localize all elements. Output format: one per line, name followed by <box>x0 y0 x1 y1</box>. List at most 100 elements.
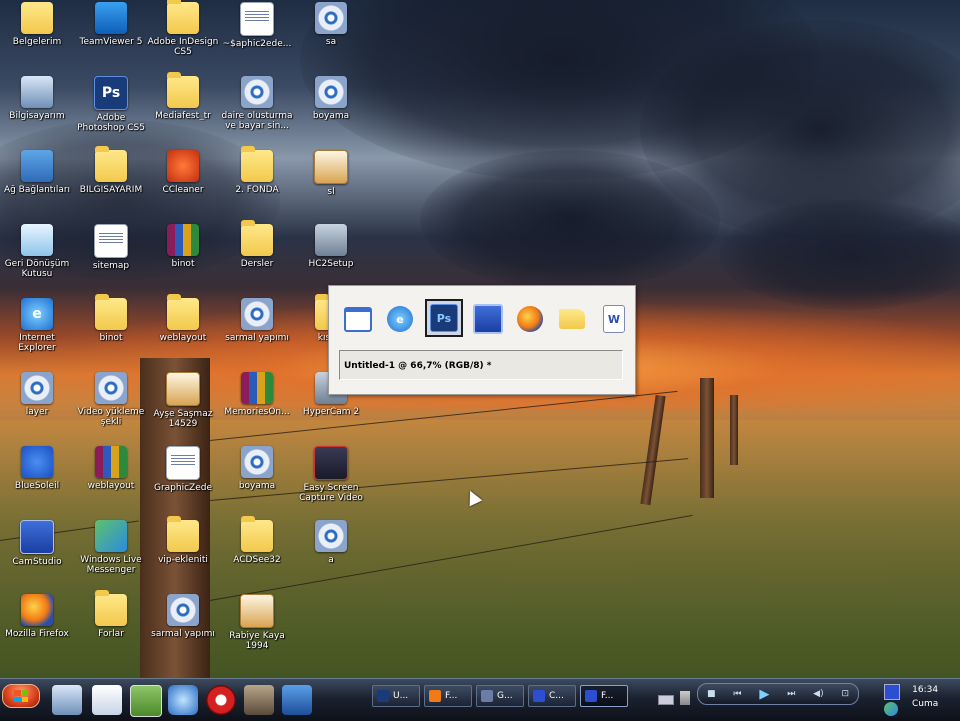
desktop-icon-label: MemoriesOn... <box>224 407 290 417</box>
rar-icon <box>167 224 199 256</box>
desktop-icon[interactable]: Geri Dönüşüm Kutusu <box>0 224 74 296</box>
desktop-icon[interactable]: Mediafest_tr <box>146 72 220 148</box>
desktop-icon-label: Dersler <box>240 259 274 269</box>
desktop-icon-label: weblayout <box>87 481 135 491</box>
taskbar-button-label: C... <box>549 691 564 701</box>
quicklaunch-monitor-icon[interactable] <box>282 685 312 715</box>
desktop-icon[interactable]: Mozilla Firefox <box>0 594 74 666</box>
switcher-item-photoshop[interactable]: Ps <box>425 299 463 337</box>
photoshop-icon <box>377 690 389 702</box>
photoshop-icon: Ps <box>430 304 458 332</box>
disc-icon <box>167 594 199 626</box>
taskbar-clock[interactable]: 16:34 Cuma <box>912 683 938 711</box>
desktop-icon[interactable]: ~$aphic2ede... <box>220 2 294 74</box>
switcher-item-internet-explorer[interactable]: e <box>383 302 417 336</box>
desktop-icon[interactable]: GraphicZede <box>146 446 220 518</box>
desktop-icon[interactable]: 2. FONDA <box>220 146 294 222</box>
desktop-icon[interactable]: layer <box>0 372 74 444</box>
desktop-icon[interactable]: CCleaner <box>146 150 220 222</box>
quicklaunch-notepad-icon[interactable] <box>92 685 122 715</box>
quicklaunch-opera-icon[interactable] <box>206 685 236 715</box>
disc-icon <box>21 372 53 404</box>
image-icon <box>166 372 200 406</box>
desktop-icon[interactable]: sarmal yapımı <box>146 594 220 666</box>
switcher-item-camstudio[interactable] <box>471 302 505 336</box>
task-switcher[interactable]: e Ps W Untitled-1 @ 66,7% (RGB/8) * <box>328 285 636 395</box>
media-next-icon[interactable]: ⏭ <box>787 689 795 699</box>
desktop-icon[interactable]: weblayout <box>146 294 220 370</box>
desktop-icon[interactable]: Bilgisayarım <box>0 76 74 148</box>
switcher-item-window[interactable] <box>341 302 375 336</box>
desktop-icon[interactable]: CamStudio <box>0 520 74 592</box>
desktop-icon-label: daire olusturma ve bayar sin... <box>221 111 293 131</box>
desktop-icon-label: binot <box>99 333 123 343</box>
desktop-icon[interactable]: BILGISAYARIM <box>74 146 148 222</box>
media-stop-icon[interactable]: ■ <box>707 689 716 699</box>
disc-icon <box>315 2 347 34</box>
desktop-icon[interactable]: Ps Adobe Photoshop CS5 <box>74 76 148 148</box>
desktop-icon[interactable]: weblayout <box>74 446 148 518</box>
taskbar-button[interactable]: F... <box>580 685 628 707</box>
rar-icon <box>241 372 273 404</box>
taskbar-button[interactable]: F... <box>424 685 472 707</box>
desktop-icon[interactable]: sarmal yapımı <box>220 298 294 370</box>
desktop-icon[interactable]: MemoriesOn... <box>220 372 294 444</box>
desktop-icon-label: sitemap <box>92 261 130 271</box>
media-restore-icon[interactable]: ⊡ <box>841 689 849 699</box>
quicklaunch-eye-icon[interactable] <box>244 685 274 715</box>
desktop-icon-label: Geri Dönüşüm Kutusu <box>4 259 70 279</box>
taskbar-button[interactable]: U... <box>372 685 420 707</box>
desktop-icon-label: 2. FONDA <box>235 185 279 195</box>
desktop-icon-label: layer <box>25 407 49 417</box>
desktop-icon[interactable]: sl <box>294 150 368 222</box>
desktop-icon-label: vip-ekleniti <box>158 555 208 565</box>
desktop-icon[interactable]: sitemap <box>74 224 148 296</box>
desktop-icon-label: GraphicZede <box>153 483 212 493</box>
desktop-icon[interactable]: Windows Live Messenger <box>74 520 148 592</box>
desktop-icon[interactable]: Rabiye Kaya 1994 <box>220 594 294 666</box>
desktop-icon-label: ~$aphic2ede... <box>222 39 292 49</box>
quicklaunch-desktop-icon[interactable] <box>130 685 162 717</box>
documents-folder-icon <box>21 2 53 34</box>
desktop-icon[interactable]: Video yükleme şekli <box>74 372 148 444</box>
desktop-icon[interactable]: Ağ Bağlantıları <box>0 150 74 222</box>
desktop-icon[interactable]: TeamViewer 5 <box>74 2 148 74</box>
desktop-icon-label: a <box>328 555 334 565</box>
start-button[interactable] <box>2 684 40 708</box>
media-play-icon[interactable]: ▶ <box>759 687 769 702</box>
desktop-icon[interactable]: BlueSoleil <box>0 446 74 518</box>
quicklaunch-ie-icon[interactable] <box>168 685 198 715</box>
desktop-icon[interactable]: ACDSee32 <box>220 516 294 592</box>
tray-flag-icon[interactable] <box>680 691 690 705</box>
desktop-icon[interactable]: binot <box>74 294 148 370</box>
switcher-item-firefox[interactable] <box>513 302 547 336</box>
tray-messenger-icon[interactable] <box>884 702 898 716</box>
desktop-icon[interactable]: binot <box>146 224 220 296</box>
media-previous-icon[interactable]: ⏮ <box>733 689 741 699</box>
desktop-icon[interactable]: daire olusturma ve bayar sin... <box>220 76 294 148</box>
document-icon <box>166 446 200 480</box>
desktop-icon[interactable]: boyama <box>220 446 294 518</box>
desktop-icon[interactable]: sa <box>294 2 368 74</box>
desktop-icon[interactable]: Dersler <box>220 220 294 296</box>
media-volume-icon[interactable]: ◀) <box>813 689 823 699</box>
desktop-icon[interactable]: vip-ekleniti <box>146 516 220 592</box>
switcher-item-word-document[interactable]: W <box>597 302 631 336</box>
tray-app-icon[interactable] <box>884 684 900 700</box>
taskbar-button[interactable]: C... <box>528 685 576 707</box>
quicklaunch-computer-icon[interactable] <box>52 685 82 715</box>
tray-keyboard-icon[interactable] <box>658 695 674 705</box>
camera-icon <box>315 224 347 256</box>
taskbar-button-label: F... <box>601 691 614 701</box>
desktop-icon[interactable]: Ayşe Saşmaz 14529 <box>146 372 220 444</box>
desktop-icon[interactable]: Belgelerim <box>0 2 74 74</box>
desktop-icon[interactable]: a <box>294 520 368 592</box>
desktop-icon[interactable]: Adobe InDesign CS5 <box>146 0 220 74</box>
desktop-icon[interactable]: Forlar <box>74 590 148 666</box>
desktop-icon[interactable]: boyama <box>294 76 368 148</box>
desktop-icon[interactable]: e Internet Explorer <box>0 298 74 370</box>
desktop-icon[interactable]: Easy Screen Capture Video <box>294 446 368 518</box>
taskbar-button[interactable]: G... <box>476 685 524 707</box>
folder-icon <box>241 516 273 552</box>
switcher-item-folder[interactable] <box>555 302 589 336</box>
